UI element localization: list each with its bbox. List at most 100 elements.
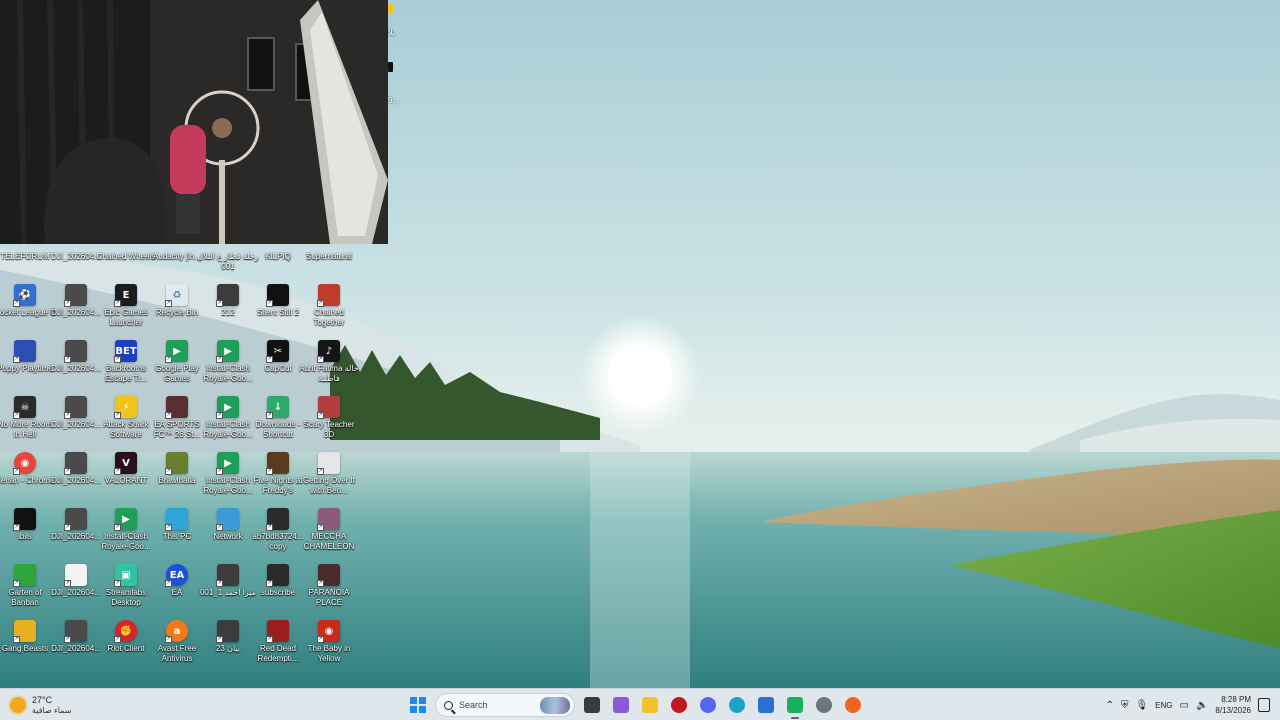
google-play-games-icon: ▶ ↗ [216, 396, 239, 419]
video-thumbnail-icon: ↗ [216, 284, 239, 307]
desktop-icon[interactable]: ▶ ↗ Google Play Games [152, 340, 202, 394]
desktop-icon[interactable]: ↗ This PC [152, 508, 202, 562]
desktop-icon[interactable]: ↗ ibiis [0, 508, 50, 562]
desktop-icon[interactable]: ↗ subscribe [253, 564, 303, 618]
taskbar-app-microsoft-store[interactable] [754, 693, 778, 717]
game-icon: ↗ [165, 452, 188, 475]
edge-text: بلا [388, 28, 395, 37]
desktop-icon[interactable]: ↗ PARANOIA PLACE [304, 564, 354, 618]
desktop-icon[interactable]: رحلة قطار ع التلال 001 [197, 228, 259, 282]
network-icon: ↗ [216, 508, 239, 531]
desktop-icon[interactable]: ↗ Network [203, 508, 253, 562]
video-thumbnail-icon: ↗ [266, 508, 289, 531]
desktop-icon[interactable]: ⚡ ↗ Attack Shark Software [101, 396, 151, 450]
desktop-icon[interactable]: ↗ ميرا احمد 1_001 [200, 564, 256, 618]
desktop-icon[interactable]: ✊ ↗ Riot Client [101, 620, 151, 674]
desktop-icon[interactable]: DJI_202604... [51, 228, 101, 282]
game-icon: ↗ [13, 620, 36, 643]
desktop-icon[interactable]: TELEFORUM [0, 228, 50, 282]
desktop-icon[interactable]: ⚽ ↗ Rocket League ® [0, 284, 56, 338]
taskbar-app-firefox[interactable] [841, 693, 865, 717]
notification-icon[interactable] [1258, 698, 1270, 712]
desktop-icon[interactable]: ↗ MECCHA CHAMELEON [304, 508, 354, 562]
desktop-icon[interactable]: ☠ ↗ No More Room in Hell [0, 396, 52, 450]
taskbar-app-edge[interactable] [725, 693, 749, 717]
edge-text: 9... [388, 96, 400, 105]
desktop-icon[interactable]: ↗ 212 [203, 284, 253, 338]
desktop-icon[interactable]: ↗ EA SPORTS FC™ 26 St... [152, 396, 202, 450]
shortcut-arrow-icon: ↗ [266, 300, 273, 307]
desktop-icon[interactable]: ↗ DJI_202604... [51, 452, 101, 506]
game-icon: ↗ [13, 340, 36, 363]
desktop-icon[interactable]: ↗ بيان 23 [203, 620, 253, 674]
volume-icon[interactable]: 🔈 [1196, 700, 1208, 711]
desktop-icon[interactable]: ↗ Red Dead Redempti... [253, 620, 303, 674]
desktop-icon[interactable]: ↗ DJI_202604... [51, 396, 101, 450]
taskbar-app-task-view[interactable] [580, 693, 604, 717]
system-tray: ⌃ ⛨ 🎙 ENG ▭ 🔈 8:28 PM 8/13/2026 [1106, 692, 1270, 718]
desktop-icon[interactable]: ↗ DJI_202604... [51, 620, 101, 674]
desktop-icon[interactable]: ◉ ↗ Kenan - Chrome [0, 452, 54, 506]
desktop-icon[interactable]: ↗ Poppy Playtime [0, 340, 53, 394]
desktop-icon[interactable]: ▣ ↗ Streamlabs Desktop [101, 564, 151, 618]
game-icon: ↗ [266, 452, 289, 475]
taskbar-app-app-red-circle[interactable] [667, 693, 691, 717]
desktop-icon[interactable]: Chained Wheels [97, 228, 156, 282]
desktop-icon[interactable]: ↗ Brawlhalla [152, 452, 202, 506]
desktop-icon[interactable]: a ↗ Avast Free Antivirus [152, 620, 202, 674]
shortcut-arrow-icon: ↗ [64, 468, 71, 475]
desktop-icon[interactable]: ↗ DJI_202604... [51, 284, 101, 338]
weather-widget[interactable]: 27°C سماء صافية [10, 693, 72, 717]
desktop-icon[interactable]: E ↗ Epic Games Launcher [101, 284, 151, 338]
desktop-icon[interactable]: ↗ Getting Over It with Ben... [303, 452, 355, 506]
sun-icon [10, 697, 26, 713]
desktop-icon[interactable]: ↗ DJI_202604... [51, 508, 101, 562]
microphone-icon[interactable]: 🎙 [1135, 700, 1148, 711]
taskbar-app-android-app[interactable] [783, 693, 807, 719]
desktop-icon[interactable]: ▶ ↗ Install-Clash Royale-Goo... [203, 396, 253, 450]
desktop-icon[interactable]: Supernatural [304, 228, 354, 282]
desktop-icon[interactable]: ▶ ↗ Install-Clash Royale-Goo... [101, 508, 151, 562]
desktop-icon[interactable]: KILPIQ [253, 228, 303, 282]
desktop-icon[interactable]: ↗ Chained Together [304, 284, 354, 338]
chevron-up-icon[interactable]: ⌃ [1106, 700, 1114, 711]
desktop-icon[interactable]: ↗ DJI_202604... [51, 564, 101, 618]
desktop-icon[interactable]: EA ↗ EA [152, 564, 202, 618]
shortcut-arrow-icon: ↗ [317, 524, 324, 531]
video-thumbnail-icon: ↗ [64, 508, 87, 531]
taskbar-app-discord[interactable] [696, 693, 720, 717]
language-indicator[interactable]: ENG [1155, 701, 1172, 710]
taskbar-search[interactable]: Search [435, 693, 575, 717]
desktop-icon[interactable]: V ↗ VALORANT [101, 452, 151, 506]
desktop-icon[interactable]: ♪ ↗ Aunt Fatima خالة فاطمة [299, 340, 359, 394]
desktop-icon[interactable]: ▶ ↗ Install-Clash Royale-Goo... [203, 340, 253, 394]
taskbar-app-copilot[interactable] [609, 693, 633, 717]
shortcut-arrow-icon: ↗ [114, 356, 121, 363]
security-icon[interactable]: ⛨ [1121, 700, 1129, 711]
desktop-icon[interactable]: Audacity [in... [152, 228, 202, 282]
desktop-icon[interactable]: ↓ ↗ Downloads - Shortcut [253, 396, 303, 450]
desktop-icon[interactable]: ↗ Garten of Banban [0, 564, 50, 618]
desktop-icon[interactable]: ↗ DJI_202604... [51, 340, 101, 394]
desktop-icon[interactable]: ↗ Scary Teacher 3D [304, 396, 355, 450]
desktop-icon[interactable]: ♻ ↗ Recycle Bin [152, 284, 202, 338]
taskbar-app-file-explorer[interactable] [638, 693, 662, 717]
desktop-icon[interactable]: ✂ ↗ CapCut [253, 340, 303, 394]
desktop-icon[interactable]: ▶ ↗ Install-Clash Royale-Goo... [203, 452, 253, 506]
shortcut-arrow-icon: ↗ [13, 356, 20, 363]
monitor-icon[interactable]: ▭ [1180, 700, 1189, 711]
taskbar-app-settings[interactable] [812, 693, 836, 717]
shortcut-arrow-icon: ↗ [317, 580, 324, 587]
capcut-icon: ✂ ↗ [266, 340, 289, 363]
start-button[interactable] [406, 693, 430, 717]
video-thumbnail-icon: ↗ [64, 340, 87, 363]
clock[interactable]: 8:28 PM 8/13/2026 [1215, 694, 1251, 716]
desktop-icon[interactable]: BET ↗ Backrooms Escape Tr... [101, 340, 151, 394]
streamlabs-icon: ▣ ↗ [114, 564, 137, 587]
desktop-icon[interactable]: ↗ ab7bd83724... copy [252, 508, 304, 562]
desktop-icon[interactable]: ↗ Gang Beasts [0, 620, 50, 674]
desktop-icon-label: Aunt Fatima خالة فاطمة [299, 364, 359, 383]
desktop-icon[interactable]: ↗ Five Nights at Freddy's [253, 452, 303, 506]
desktop-icon[interactable]: ↗ Silent Still 2 [253, 284, 303, 338]
desktop-icon[interactable]: ◉ ↗ The Baby in Yellow [304, 620, 354, 674]
